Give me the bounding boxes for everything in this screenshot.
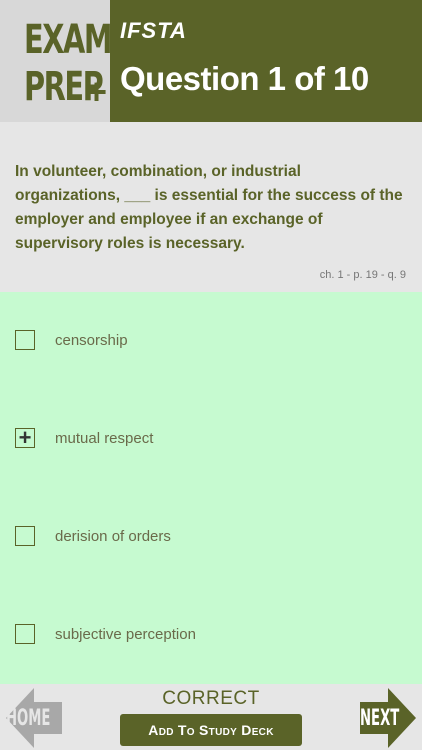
title-bar: IFSTA Question 1 of 10 (110, 0, 422, 122)
question-panel: In volunteer, combination, or industrial… (0, 122, 422, 292)
next-button[interactable]: NEXT (360, 688, 416, 748)
answer-label: subjective perception (55, 625, 196, 643)
ifsta-logo: IFSTA (120, 18, 187, 43)
answer-label: censorship (55, 331, 128, 349)
question-reference: ch. 1 - p. 19 - q. 9 (319, 269, 406, 281)
logo-exam-text: EXAM (24, 17, 113, 63)
answer-checkbox[interactable] (15, 624, 35, 644)
answer-label: derision of orders (55, 527, 171, 545)
answer-status: CORRECT (162, 688, 260, 709)
answer-option[interactable]: censorship (15, 329, 128, 351)
page-title: Question 1 of 10 (120, 60, 369, 97)
footer: HOME CORRECT Add To Study Deck NEXT (0, 684, 422, 750)
exam-prep-logo: EXAM PREP + (0, 0, 113, 122)
header: EXAM PREP + IFSTA Question 1 of 10 (0, 0, 422, 122)
answer-checkbox-checked[interactable] (15, 425, 35, 451)
answer-option[interactable]: subjective perception (15, 623, 196, 645)
answer-checkbox[interactable] (15, 526, 35, 546)
next-label: NEXT (360, 706, 400, 731)
answer-list: censorship mutual respect derision of or… (0, 292, 422, 684)
answer-checkbox[interactable] (15, 330, 35, 350)
logo-plus-icon: + (86, 71, 108, 112)
answer-label: mutual respect (55, 429, 154, 447)
answer-option[interactable]: mutual respect (15, 425, 154, 451)
add-to-study-deck-button[interactable]: Add To Study Deck (120, 714, 302, 746)
answer-option[interactable]: derision of orders (15, 525, 171, 547)
question-text: In volunteer, combination, or industrial… (15, 163, 403, 252)
